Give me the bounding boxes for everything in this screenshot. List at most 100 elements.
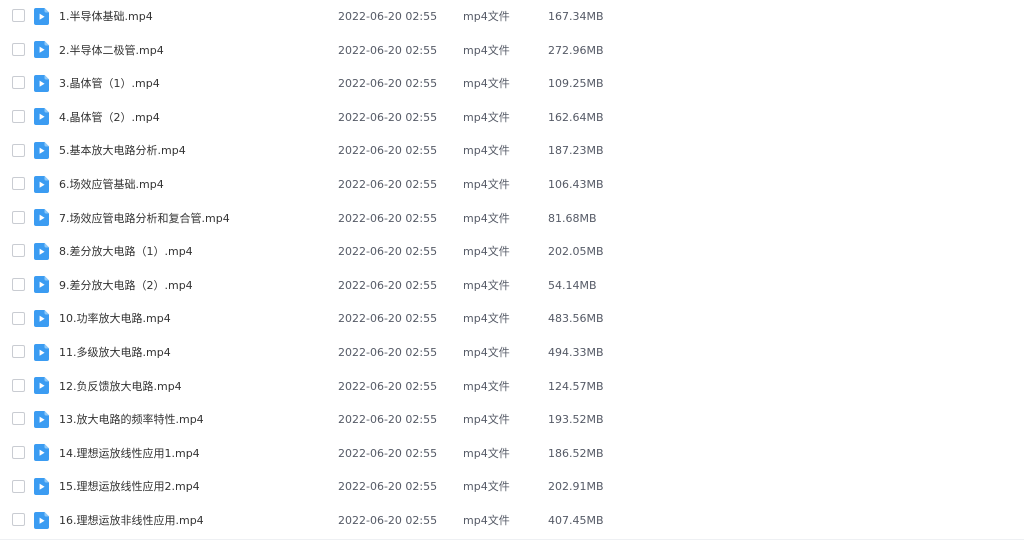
file-modified-date: 2022-06-20 02:55 [338, 245, 438, 259]
file-type: mp4文件 [463, 43, 510, 57]
file-type: mp4文件 [463, 10, 510, 23]
file-name[interactable]: 16.理想运放非线性应用.mp4 [59, 504, 204, 538]
file-name[interactable]: 10.功率放大电路.mp4 [59, 302, 171, 336]
file-list: 1.半导体基础.mp4 2022-06-20 02:55 mp4文件 167.34MB… [0, 0, 1024, 544]
file-size: 81.68MB [548, 211, 597, 225]
video-file-icon [34, 377, 49, 395]
row-checkbox[interactable] [12, 311, 25, 325]
file-modified-date: 2022-06-20 02:55 [338, 10, 438, 23]
file-modified-date: 2022-06-20 02:55 [338, 110, 438, 124]
file-row[interactable]: 3.晶体管（1）.mp4 2022-06-20 02:55 mp4文件 109.25M… [0, 67, 1024, 101]
video-file-icon [34, 410, 49, 428]
video-file-icon [34, 242, 49, 260]
video-file-icon [34, 511, 49, 529]
file-type: mp4文件 [463, 245, 510, 259]
row-checkbox[interactable] [12, 378, 25, 392]
file-row[interactable]: 16.理想运放非线性应用.mp4 2022-06-20 02:55 mp4文件 407… [0, 504, 1024, 538]
file-name[interactable]: 7.场效应管电路分析和复合管.mp4 [59, 202, 230, 236]
file-modified-date: 2022-06-20 02:55 [338, 413, 438, 427]
file-size: 407.45MB [548, 514, 604, 527]
file-row[interactable]: 15.理想运放线性应用2.mp4 2022-06-20 02:55 mp4文件 202… [0, 470, 1024, 504]
file-modified-date: 2022-06-20 02:55 [338, 514, 438, 527]
video-file-icon [34, 175, 49, 193]
file-row[interactable]: 5.基本放大电路分析.mp4 2022-06-20 02:55 mp4文件 187.2… [0, 134, 1024, 168]
file-type: mp4文件 [463, 379, 510, 393]
row-checkbox[interactable] [12, 210, 25, 224]
file-name[interactable]: 5.基本放大电路分析.mp4 [59, 134, 186, 168]
file-type: mp4文件 [463, 144, 510, 158]
video-file-icon [34, 477, 49, 495]
file-modified-date: 2022-06-20 02:55 [338, 312, 438, 326]
row-checkbox[interactable] [12, 446, 25, 460]
file-type: mp4文件 [463, 346, 510, 359]
file-name[interactable]: 15.理想运放线性应用2.mp4 [59, 470, 200, 504]
file-name[interactable]: 4.晶体管（2）.mp4 [59, 101, 160, 135]
video-file-icon [34, 141, 49, 159]
file-name[interactable]: 2.半导体二极管.mp4 [59, 34, 164, 68]
file-size: 187.23MB [548, 144, 604, 158]
file-name[interactable]: 11.多级放大电路.mp4 [59, 336, 171, 370]
file-modified-date: 2022-06-20 02:55 [338, 480, 438, 494]
file-row[interactable]: 12.负反馈放大电路.mp4 2022-06-20 02:55 mp4文件 124.5… [0, 370, 1024, 404]
row-checkbox[interactable] [12, 42, 25, 56]
file-modified-date: 2022-06-20 02:55 [338, 346, 438, 359]
file-row[interactable]: 13.放大电路的频率特性.mp4 2022-06-20 02:55 mp4文件 193… [0, 403, 1024, 437]
file-row[interactable]: 7.场效应管电路分析和复合管.mp4 2022-06-20 02:55 mp4文件 8… [0, 202, 1024, 236]
file-type: mp4文件 [463, 480, 510, 494]
video-file-icon [34, 343, 49, 361]
row-checkbox[interactable] [12, 244, 25, 258]
file-name[interactable]: 6.场效应管基础.mp4 [59, 168, 164, 202]
file-name[interactable]: 8.差分放大电路（1）.mp4 [59, 235, 193, 269]
file-size: 167.34MB [548, 10, 604, 23]
file-modified-date: 2022-06-20 02:55 [338, 446, 438, 460]
video-file-icon [34, 209, 49, 227]
file-size: 202.91MB [548, 480, 604, 494]
file-name[interactable]: 13.放大电路的频率特性.mp4 [59, 403, 204, 437]
file-type: mp4文件 [463, 110, 510, 124]
file-type: mp4文件 [463, 446, 510, 460]
file-size: 202.05MB [548, 245, 604, 259]
list-divider [0, 539, 1024, 540]
file-size: 193.52MB [548, 413, 604, 427]
file-name[interactable]: 9.差分放大电路（2）.mp4 [59, 269, 193, 303]
video-file-icon [34, 74, 49, 92]
file-modified-date: 2022-06-20 02:55 [338, 77, 438, 91]
file-modified-date: 2022-06-20 02:55 [338, 211, 438, 225]
file-row[interactable]: 11.多级放大电路.mp4 2022-06-20 02:55 mp4文件 494.33… [0, 336, 1024, 370]
file-row[interactable]: 14.理想运放线性应用1.mp4 2022-06-20 02:55 mp4文件 186… [0, 437, 1024, 471]
row-checkbox[interactable] [12, 9, 25, 23]
file-type: mp4文件 [463, 413, 510, 427]
video-file-icon [34, 41, 49, 59]
file-row[interactable]: 9.差分放大电路（2）.mp4 2022-06-20 02:55 mp4文件 54.1… [0, 269, 1024, 303]
file-size: 54.14MB [548, 278, 597, 292]
row-checkbox[interactable] [12, 110, 25, 124]
file-row[interactable]: 2.半导体二极管.mp4 2022-06-20 02:55 mp4文件 272.96M… [0, 34, 1024, 68]
file-size: 124.57MB [548, 379, 604, 393]
row-checkbox[interactable] [12, 412, 25, 426]
file-size: 272.96MB [548, 43, 604, 57]
file-name[interactable]: 14.理想运放线性应用1.mp4 [59, 437, 200, 471]
file-type: mp4文件 [463, 312, 510, 326]
video-file-icon [34, 276, 49, 294]
row-checkbox[interactable] [12, 513, 25, 527]
file-size: 186.52MB [548, 446, 604, 460]
file-name[interactable]: 1.半导体基础.mp4 [59, 0, 153, 34]
row-checkbox[interactable] [12, 278, 25, 292]
file-size: 162.64MB [548, 110, 604, 124]
file-row[interactable]: 10.功率放大电路.mp4 2022-06-20 02:55 mp4文件 483.56… [0, 302, 1024, 336]
row-checkbox[interactable] [12, 479, 25, 493]
file-row[interactable]: 8.差分放大电路（1）.mp4 2022-06-20 02:55 mp4文件 202.… [0, 235, 1024, 269]
file-modified-date: 2022-06-20 02:55 [338, 144, 438, 158]
file-row[interactable]: 6.场效应管基础.mp4 2022-06-20 02:55 mp4文件 106.43M… [0, 168, 1024, 202]
file-modified-date: 2022-06-20 02:55 [338, 278, 438, 292]
row-checkbox[interactable] [12, 143, 25, 157]
video-file-icon [34, 7, 49, 25]
file-name[interactable]: 12.负反馈放大电路.mp4 [59, 370, 182, 404]
video-file-icon [34, 108, 49, 126]
row-checkbox[interactable] [12, 345, 25, 359]
file-row[interactable]: 1.半导体基础.mp4 2022-06-20 02:55 mp4文件 167.34MB [0, 0, 1024, 34]
row-checkbox[interactable] [12, 177, 25, 191]
row-checkbox[interactable] [12, 76, 25, 90]
file-name[interactable]: 3.晶体管（1）.mp4 [59, 67, 160, 101]
file-row[interactable]: 4.晶体管（2）.mp4 2022-06-20 02:55 mp4文件 162.64M… [0, 101, 1024, 135]
